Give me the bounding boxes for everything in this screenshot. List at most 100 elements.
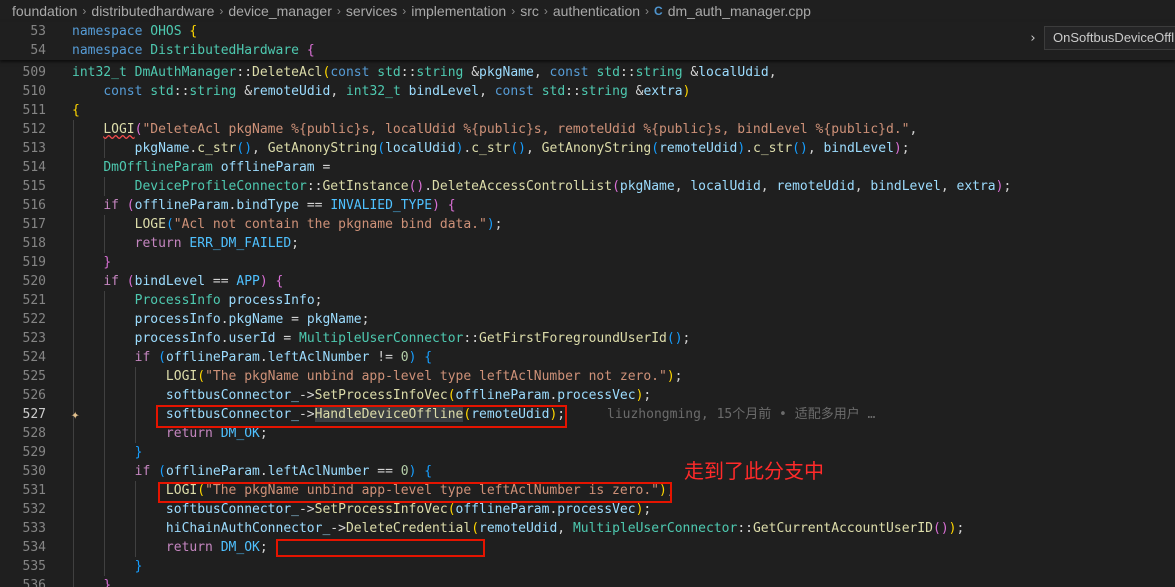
code-line[interactable]: 513 pkgName.c_str(), GetAnonyString(loca… [0, 139, 1175, 158]
code-line[interactable]: 530 if (offlineParam.leftAclNumber == 0)… [0, 462, 1175, 481]
line-number: 527 [22, 407, 46, 422]
code-token: ; [1003, 179, 1012, 194]
line-number: 524 [22, 350, 46, 365]
code-token: offlineParam [165, 350, 260, 365]
code-line[interactable]: 517 LOGE("Acl not contain the pkgname bi… [0, 215, 1175, 234]
code-token: LOGI [103, 122, 135, 137]
code-line[interactable]: 522 processInfo.pkgName = pkgName; [0, 310, 1175, 329]
breadcrumb-item[interactable]: device_manager [228, 3, 332, 19]
code-line[interactable]: 512 LOGI("DeleteAcl pkgName %{public}s, … [0, 120, 1175, 139]
code-token: ( [126, 274, 135, 289]
code-token: bindLevel [823, 141, 894, 156]
code-line[interactable]: 516 if (offlineParam.bindType == INVALIE… [0, 196, 1175, 215]
code-token: pkgName [228, 312, 284, 327]
breadcrumb-item[interactable]: implementation [411, 3, 506, 19]
code-editor[interactable]: 509 int32_t DmAuthManager::DeleteAcl(cons… [0, 63, 1175, 587]
code-token: userId [228, 331, 276, 346]
line-number: 53 [30, 24, 46, 39]
code-line[interactable]: 53 namespace OHOS { [0, 22, 1175, 41]
code-token: bindLevel [870, 179, 941, 194]
code-token: ) [486, 217, 495, 232]
code-token: offlineParam [220, 160, 315, 175]
code-text: return DM_OK; [72, 538, 268, 557]
code-line[interactable]: 519 } [0, 253, 1175, 272]
code-token: DeleteAcl [252, 65, 323, 80]
code-token: :: [236, 65, 253, 80]
code-line[interactable]: 510 const std::string &remoteUdid, int32… [0, 82, 1175, 101]
code-line[interactable]: 535 } [0, 557, 1175, 576]
code-line[interactable]: 529 } [0, 443, 1175, 462]
code-line[interactable]: 509 int32_t DmAuthManager::DeleteAcl(cons… [0, 63, 1175, 82]
code-token: leftAclNumber [267, 350, 370, 365]
breadcrumb-item[interactable]: distributedhardware [91, 3, 214, 19]
code-text: int32_t DmAuthManager::DeleteAcl(const s… [72, 63, 777, 82]
line-number: 516 [22, 198, 46, 213]
code-token: remoteUdid [776, 179, 855, 194]
code-line[interactable]: 533 hiChainAuthConnector_->DeleteCredent… [0, 519, 1175, 538]
breadcrumb-file[interactable]: dm_auth_manager.cpp [668, 3, 811, 19]
sticky-scroll-header[interactable]: 53 namespace OHOS {54 namespace Distribute… [0, 22, 1175, 60]
code-token: & [463, 65, 480, 80]
code-token: SetProcessInfoVec [314, 502, 448, 517]
chevron-right-icon: › [336, 4, 341, 18]
code-token: :: [619, 65, 636, 80]
code-token: ProcessInfo [134, 293, 221, 308]
code-line[interactable]: 514 DmOfflineParam offlineParam = [0, 158, 1175, 177]
code-token: SetProcessInfoVec [314, 388, 448, 403]
code-token: processInfo [228, 293, 315, 308]
breadcrumb-item[interactable]: services [346, 3, 397, 19]
code-token: ( [612, 179, 620, 194]
code-line[interactable]: 534 return DM_OK; [0, 538, 1175, 557]
cpp-file-icon: C [654, 4, 663, 18]
code-line[interactable]: 526 softbusConnector_->SetProcessInfoVec… [0, 386, 1175, 405]
code-text: softbusConnector_->SetProcessInfoVec(off… [72, 386, 651, 405]
code-text: { [72, 101, 80, 120]
code-token: pkgName [306, 312, 362, 327]
code-token: "DeleteAcl pkgName %{public}s, localUdid… [142, 122, 910, 137]
code-token: ( [471, 521, 480, 536]
code-line[interactable]: 524 if (offlineParam.leftAclNumber != 0)… [0, 348, 1175, 367]
code-token: processInfo [134, 312, 221, 327]
code-token: , [760, 179, 777, 194]
code-token: } [134, 445, 143, 460]
code-token: ) [666, 369, 675, 384]
code-line[interactable]: 518 return ERR_DM_FAILED; [0, 234, 1175, 253]
code-token: remoteUdid [479, 521, 558, 536]
line-number: 522 [22, 312, 46, 327]
chevron-right-icon: › [82, 4, 87, 18]
code-token: ; [682, 331, 691, 346]
code-token: offlineParam [134, 198, 229, 213]
breadcrumb-item[interactable]: src [520, 3, 539, 19]
code-line[interactable]: 54 namespace DistributedHardware { [0, 41, 1175, 60]
code-token: INVALIED_TYPE [330, 198, 433, 213]
chevron-right-icon[interactable]: › [1022, 26, 1044, 50]
code-line[interactable]: 511 { [0, 101, 1175, 120]
code-token: = [314, 160, 331, 175]
code-token: remoteUdid [252, 84, 331, 99]
breadcrumb-item[interactable]: authentication [553, 3, 640, 19]
git-blame-annotation[interactable]: liuzhongming, 15个月前 • 适配多用户 … [607, 405, 875, 424]
code-token: , [807, 141, 824, 156]
code-text: processInfo.userId = MultipleUserConnect… [72, 329, 691, 348]
code-token: } [103, 255, 112, 270]
code-line[interactable]: 520 if (bindLevel == APP) { [0, 272, 1175, 291]
code-token: string [189, 84, 237, 99]
code-token: 0 [400, 464, 409, 479]
code-line[interactable]: 536 } [0, 576, 1175, 587]
symbol-search-box[interactable]: OnSoftbusDeviceOffline [1044, 26, 1175, 50]
code-token: GetCurrentAccountUserID [752, 521, 933, 536]
code-line[interactable]: 515 DeviceProfileConnector::GetInstance(… [0, 177, 1175, 196]
breadcrumb-item[interactable]: foundation [12, 3, 77, 19]
code-token: , [674, 179, 691, 194]
code-text: hiChainAuthConnector_->DeleteCredential(… [72, 519, 964, 538]
code-token: 0 [400, 350, 409, 365]
code-line[interactable]: 523 processInfo.userId = MultipleUserCon… [0, 329, 1175, 348]
code-line[interactable]: 525 LOGI("The pkgName unbind app-level t… [0, 367, 1175, 386]
code-token: GetAnonyString [267, 141, 378, 156]
code-token: processVec [557, 388, 636, 403]
code-line[interactable]: 521 ProcessInfo processInfo; [0, 291, 1175, 310]
